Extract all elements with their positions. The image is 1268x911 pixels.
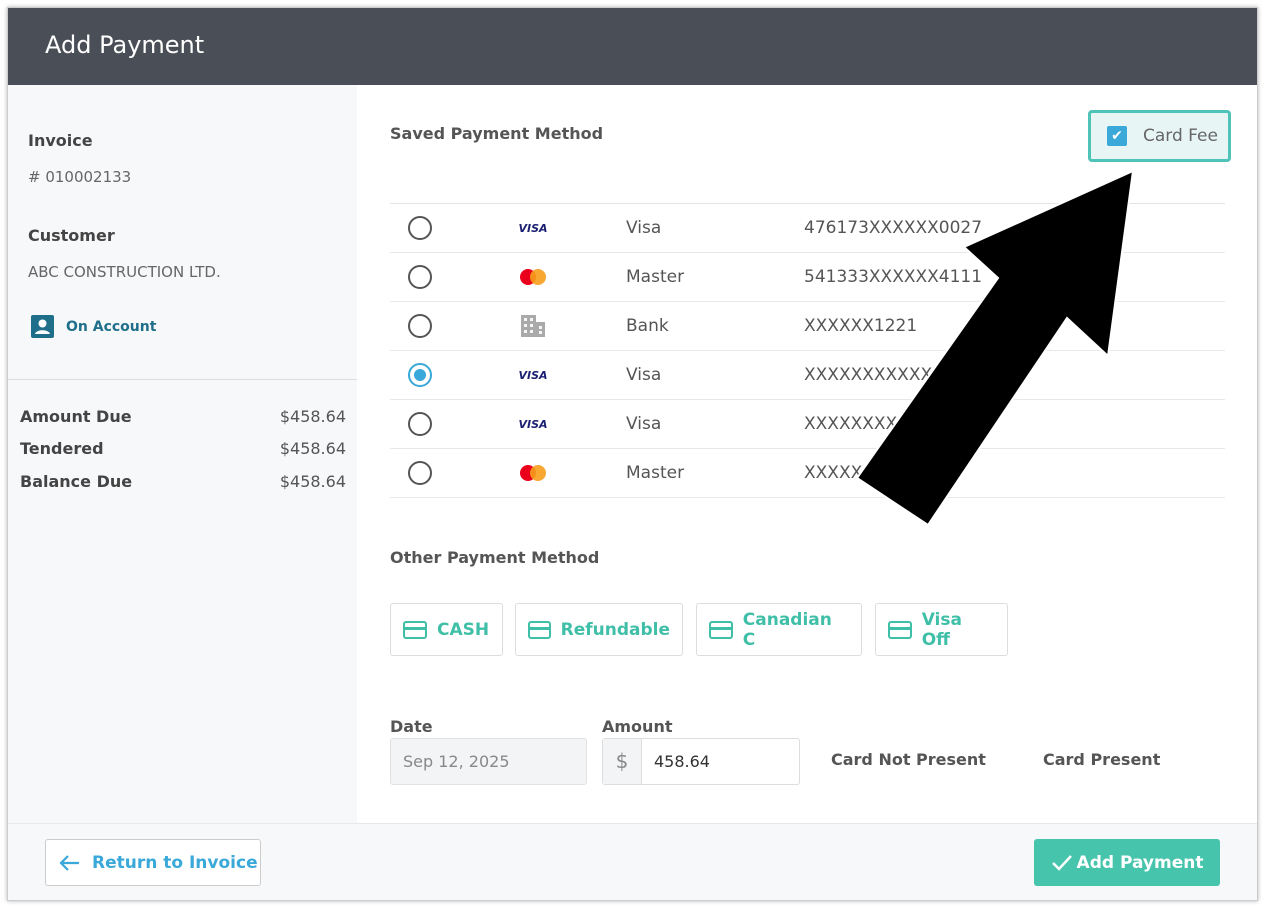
annotation-arrow-icon (855, 169, 1135, 527)
